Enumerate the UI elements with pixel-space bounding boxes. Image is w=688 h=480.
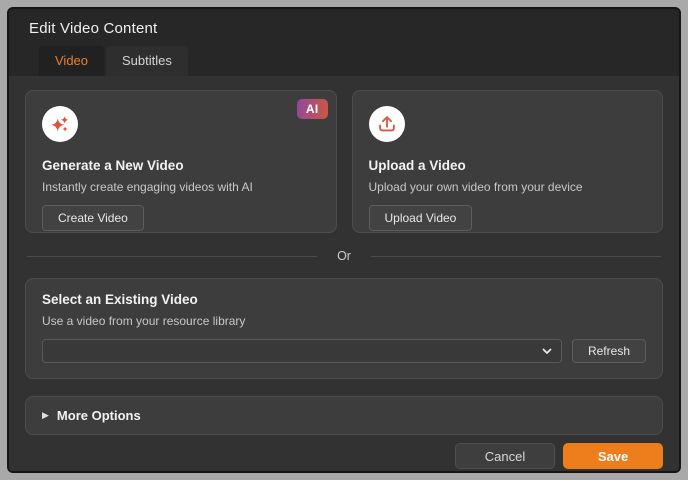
cancel-button[interactable]: Cancel	[455, 443, 555, 469]
tab-video[interactable]: Video	[39, 46, 105, 76]
create-video-button[interactable]: Create Video	[42, 205, 144, 231]
upload-video-button[interactable]: Upload Video	[368, 205, 473, 231]
generate-video-card: AI Generate a New Video Instantly create…	[25, 90, 337, 233]
chevron-down-icon	[541, 345, 553, 357]
dialog-footer: Cancel Save	[25, 435, 663, 471]
card-row: AI Generate a New Video Instantly create…	[25, 90, 663, 233]
generate-card-title: Generate a New Video	[42, 158, 184, 173]
upload-card-description: Upload your own video from your device	[368, 180, 583, 194]
tab-subtitles[interactable]: Subtitles	[106, 46, 188, 76]
upload-video-card: Upload a Video Upload your own video fro…	[351, 90, 663, 233]
video-select[interactable]	[42, 339, 562, 363]
video-tab-panel: AI Generate a New Video Instantly create…	[9, 76, 679, 471]
select-existing-video-section: Select an Existing Video Use a video fro…	[25, 278, 663, 379]
ai-badge: AI	[296, 99, 328, 119]
or-divider-label: Or	[337, 249, 351, 263]
dialog-title: Edit Video Content	[29, 20, 158, 37]
or-divider: Or	[27, 249, 661, 263]
sparkles-icon	[42, 106, 78, 142]
more-options-label: More Options	[56, 408, 141, 423]
dialog-header: Edit Video Content Video Subtitles	[9, 9, 679, 76]
edit-video-content-dialog: Edit Video Content Video Subtitles AI Ge…	[7, 7, 681, 473]
more-options-toggle[interactable]: ▶ More Options	[25, 396, 663, 435]
generate-card-description: Instantly create engaging videos with AI	[42, 180, 253, 194]
select-row: Refresh	[42, 339, 646, 363]
upload-card-title: Upload a Video	[368, 158, 466, 173]
tab-bar: Video Subtitles	[39, 46, 659, 76]
disclosure-triangle-icon: ▶	[42, 410, 49, 420]
save-button[interactable]: Save	[563, 443, 663, 469]
upload-icon	[368, 106, 405, 142]
existing-section-description: Use a video from your resource library	[42, 314, 246, 328]
existing-section-title: Select an Existing Video	[42, 292, 198, 307]
refresh-button[interactable]: Refresh	[571, 339, 646, 363]
